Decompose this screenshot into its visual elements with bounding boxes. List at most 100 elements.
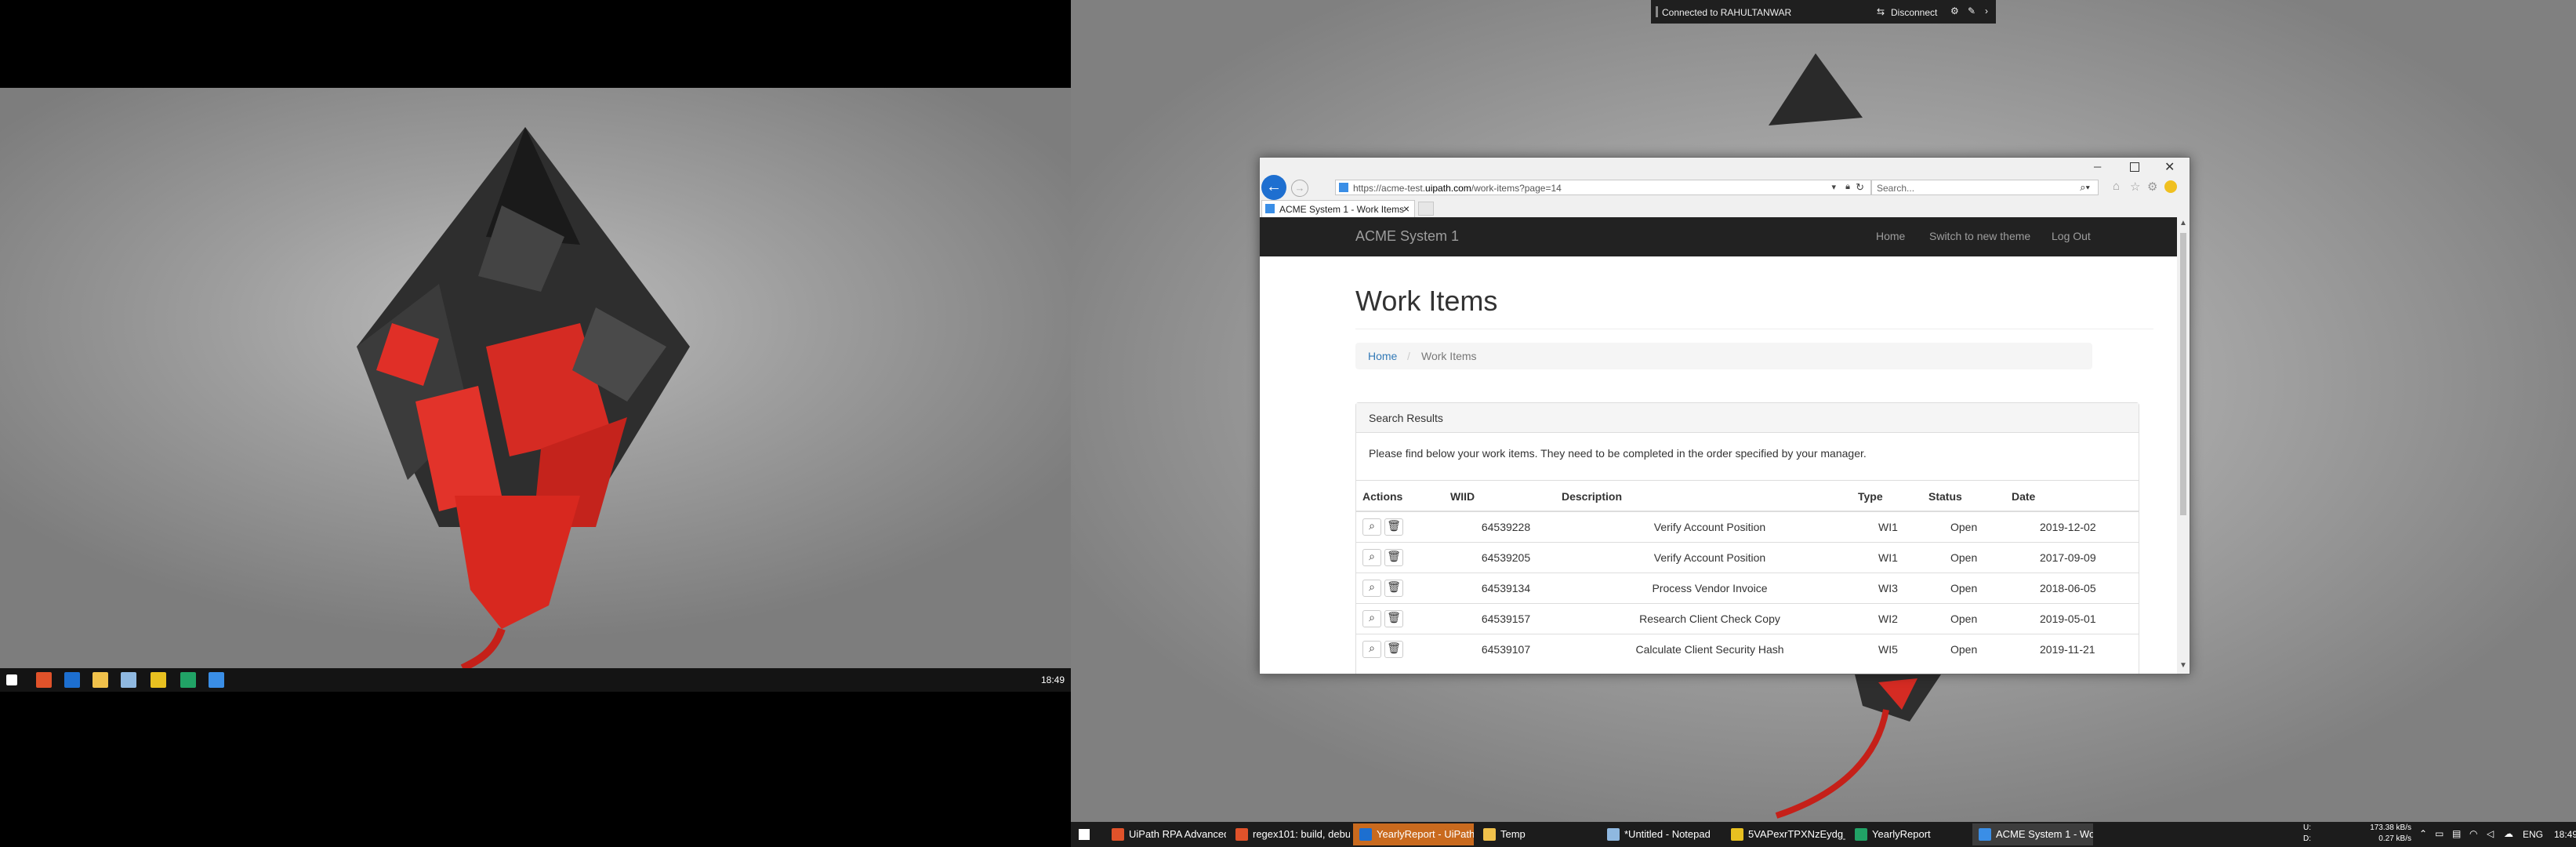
taskbar-item-label: regex101: build, debu... [1253, 828, 1350, 840]
taskbar-item[interactable]: UiPath RPA Advanced... [1105, 823, 1226, 845]
browser-tab[interactable]: ACME System 1 - Work Items × [1261, 200, 1415, 217]
cell-type: WI1 [1878, 551, 1898, 564]
folder-icon [1483, 828, 1496, 841]
taskbar-item-label: YearlyReport [1872, 828, 1931, 840]
network-icon[interactable]: ▤ [2452, 828, 2461, 839]
onedrive-icon[interactable]: ☁ [2504, 828, 2513, 839]
col-actions: Actions [1362, 489, 1403, 503]
taskbar-item[interactable]: YearlyReport - UiPath ... [1353, 823, 1474, 845]
url-domain: uipath.com [1425, 183, 1471, 194]
uipath-studio-icon[interactable] [64, 672, 80, 688]
nav-home[interactable]: Home [1876, 230, 1905, 242]
taskbar-item[interactable]: Temp [1477, 823, 1598, 845]
acrobat-icon[interactable] [151, 672, 166, 688]
cell-type: WI5 [1878, 642, 1898, 656]
home-icon[interactable]: ⌂ [2113, 180, 2120, 193]
chevron-right-icon[interactable]: › [1985, 5, 1988, 16]
left-taskbar: 18:49 [0, 668, 1071, 692]
minimize-icon[interactable]: ─ [2094, 161, 2101, 173]
taskbar-item-label: UiPath RPA Advanced... [1129, 828, 1226, 840]
main-taskbar: UiPath RPA Advanced... regex101: build, d… [1071, 822, 2576, 847]
back-arrow-icon[interactable]: ← [1261, 175, 1286, 200]
delete-trash-icon[interactable]: 🗑︎ [1384, 579, 1403, 597]
tray-chevron-icon[interactable]: ⌃ [2419, 828, 2427, 839]
feedback-smiley-icon[interactable] [2164, 180, 2177, 193]
search-icon[interactable]: ⌕▾ [2080, 181, 2090, 194]
taskbar-item[interactable]: regex101: build, debu... [1229, 823, 1350, 845]
nav-logout[interactable]: Log Out [2052, 230, 2091, 242]
breadcrumb-home[interactable]: Home [1368, 350, 1397, 362]
results-panel: Search Results Please find below your wo… [1355, 402, 2139, 674]
delete-trash-icon[interactable]: 🗑︎ [1384, 518, 1403, 536]
nav-switch-theme[interactable]: Switch to new theme [1929, 230, 2030, 242]
excel-icon[interactable] [180, 672, 196, 688]
cell-type: WI3 [1878, 581, 1898, 594]
settings-icon[interactable]: ⚙ [1950, 5, 1959, 16]
taskbar-item[interactable]: 5VAPexrTPXNzEydg_R... [1725, 823, 1845, 845]
cell-status: Open [1950, 551, 1978, 564]
scroll-down-icon[interactable]: ▼ [2179, 661, 2187, 670]
cell-date: 2018-06-05 [2040, 581, 2096, 594]
disconnect-button[interactable]: Disconnect [1891, 7, 1937, 18]
brave-icon[interactable] [36, 672, 52, 688]
col-date: Date [2012, 489, 2036, 503]
view-search-icon[interactable]: ⌕ [1362, 548, 1381, 566]
panel-heading: Search Results [1356, 403, 2139, 433]
cell-description: Process Vendor Invoice [1652, 581, 1768, 594]
taskbar-item[interactable]: *Untitled - Notepad [1601, 823, 1722, 845]
dropdown-arrow-icon[interactable]: ▾ [1831, 182, 1836, 192]
delete-trash-icon[interactable]: 🗑︎ [1384, 548, 1403, 566]
address-bar[interactable]: https://acme-test.uipath.com/work-items?… [1335, 180, 1871, 195]
close-window-icon[interactable]: ✕ [2164, 159, 2175, 175]
view-search-icon[interactable]: ⌕ [1362, 640, 1381, 658]
tools-gear-icon[interactable]: ⚙ [2147, 180, 2157, 194]
cell-wiid: 64539205 [1481, 551, 1531, 564]
table-row: ⌕ 🗑︎ 64539228 Verify Account Position WI1 Ope… [1356, 511, 2139, 542]
view-search-icon[interactable]: ⌕ [1362, 579, 1381, 597]
folder-icon[interactable] [93, 672, 108, 688]
new-tab-button[interactable] [1418, 202, 1434, 216]
page-title: Work Items [1355, 285, 1498, 317]
web-page: ACME System 1 Home Switch to new theme L… [1260, 217, 2177, 674]
cell-type: WI2 [1878, 612, 1898, 625]
ie-icon[interactable] [209, 672, 224, 688]
net-up-speed: 173.38 kB/s [2370, 823, 2411, 832]
scroll-up-icon[interactable]: ▲ [2179, 219, 2187, 227]
scrollbar-thumb[interactable] [2180, 233, 2186, 515]
maximize-icon[interactable] [2130, 162, 2139, 172]
row-actions: ⌕ 🗑︎ [1356, 573, 1450, 603]
windows-start-icon[interactable] [6, 674, 17, 685]
language-indicator[interactable]: ENG [2523, 829, 2543, 840]
view-search-icon[interactable]: ⌕ [1362, 518, 1381, 536]
vertical-scrollbar[interactable]: ▲ ▼ [2177, 217, 2190, 674]
battery-icon[interactable]: ▭ [2435, 828, 2444, 839]
forward-arrow-icon[interactable]: → [1291, 180, 1308, 197]
taskbar-clock[interactable]: 18:49 [2554, 829, 2576, 840]
col-status: Status [1928, 489, 1962, 503]
notepad-icon[interactable] [121, 672, 136, 688]
refresh-icon[interactable]: ↻ [1856, 181, 1864, 194]
table-row: ⌕ 🗑︎ 64539157 Research Client Check Copy WI2… [1356, 603, 2139, 634]
acrobat-icon [1731, 828, 1743, 841]
taskbar-item-label: 5VAPexrTPXNzEydg_R... [1748, 828, 1845, 840]
tab-close-icon[interactable]: × [1403, 202, 1410, 215]
breadcrumb: Home / Work Items [1355, 343, 2092, 369]
windows-start-icon[interactable] [1079, 829, 1090, 840]
wifi-icon[interactable]: ◠ [2469, 828, 2477, 839]
volume-icon[interactable]: ◁ [2487, 828, 2494, 839]
brand-link[interactable]: ACME System 1 [1355, 228, 1459, 245]
lock-icon[interactable]: 🔒︎ [1845, 182, 1850, 192]
ie-icon [1979, 828, 1991, 841]
taskbar-item[interactable]: YearlyReport [1849, 823, 1969, 845]
top-navbar: ACME System 1 Home Switch to new theme L… [1260, 217, 2177, 256]
pin-handle-icon[interactable] [1656, 6, 1658, 17]
view-search-icon[interactable]: ⌕ [1362, 609, 1381, 627]
delete-trash-icon[interactable]: 🗑︎ [1384, 609, 1403, 627]
favorites-star-icon[interactable]: ☆ [2130, 180, 2140, 194]
taskbar-item[interactable]: ACME System 1 - Wo... [1972, 823, 2093, 845]
pin-icon[interactable]: ✎ [1968, 5, 1976, 16]
browser-window: ─ ✕ ← → https://acme-test.uipath.com/wor… [1259, 157, 2190, 674]
browser-search-box[interactable]: Search... ⌕▾ [1871, 180, 2099, 195]
net-down-speed: 0.27 kB/s [2378, 834, 2411, 843]
delete-trash-icon[interactable]: 🗑︎ [1384, 640, 1403, 658]
